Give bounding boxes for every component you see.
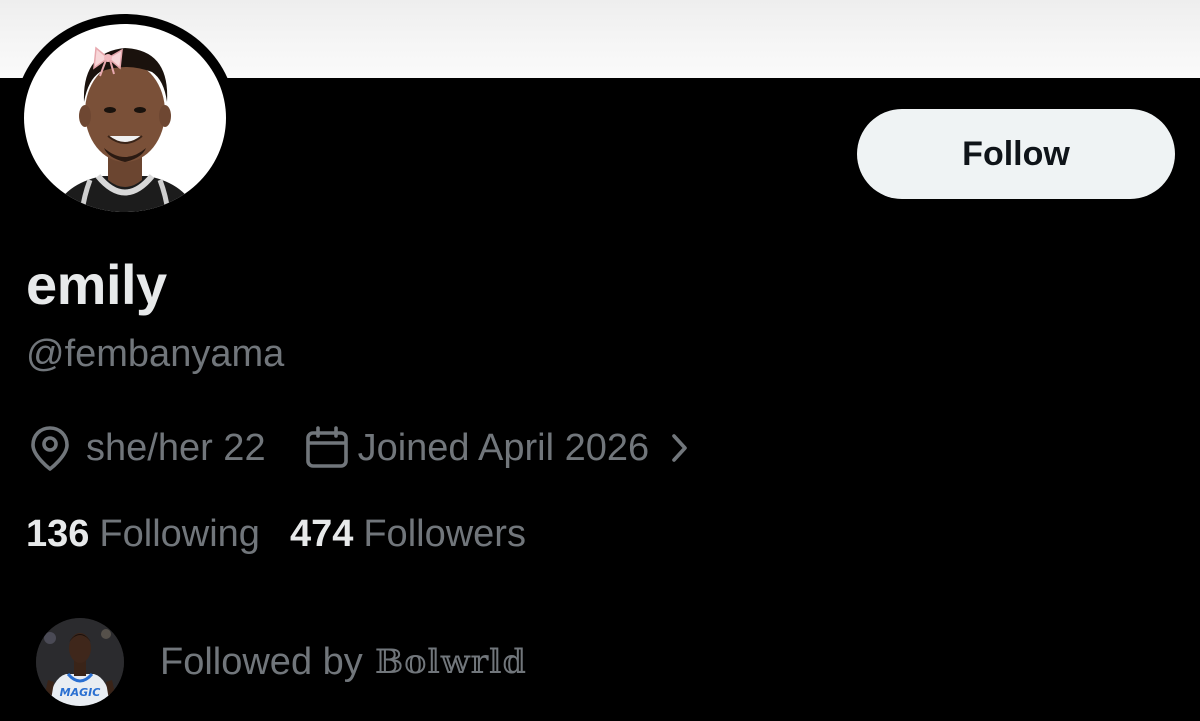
followed-by-name[interactable]: 𝔹𝕠𝕝𝕨𝕣𝕝𝕕 [375,642,527,682]
profile-screen: Follow emily @fembanyama she/her 22 Join… [0,0,1200,721]
profile-avatar[interactable] [14,14,236,222]
followers-count: 474 [289,512,354,555]
joined-item[interactable]: Joined April 2026 [304,426,692,470]
followed-by-label: Followed by [160,640,363,683]
followers-link[interactable]: 474 Followers [290,513,526,556]
followed-by-row[interactable]: MAGIC Followed by 𝔹𝕠𝕝𝕨𝕣𝕝𝕕 [36,614,526,710]
followers-label: Followers [363,512,526,555]
avatar-photo [24,24,226,212]
profile-meta: she/her 22 Joined April 2026 [28,420,691,476]
location-text: she/her 22 [86,426,266,469]
following-link[interactable]: 136 Following [26,513,260,556]
profile-handle: @fembanyama [26,333,285,375]
calendar-icon [304,426,350,470]
followed-by-avatar[interactable]: MAGIC [36,618,124,706]
follow-button[interactable]: Follow [857,109,1175,199]
svg-text:MAGIC: MAGIC [60,686,101,699]
location-item: she/her 22 [28,424,266,472]
following-label: Following [99,512,260,555]
joined-text: Joined April 2026 [357,426,650,469]
display-name: emily [26,253,167,316]
location-pin-icon [28,424,72,472]
following-count: 136 [26,512,90,555]
chevron-right-icon [669,432,691,464]
follow-stats: 136 Following 474 Followers [26,508,526,560]
